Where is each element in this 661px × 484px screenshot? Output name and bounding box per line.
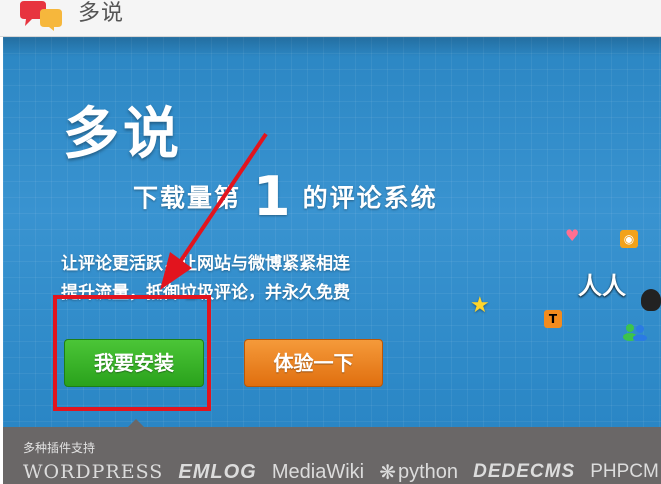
plugin-logos: WORDPRESS EMLOG MediaWiki ❋ python DEDECM… bbox=[23, 460, 661, 484]
annotation-highlight-box bbox=[53, 295, 211, 411]
plugin-support-label: 多种插件支持 bbox=[23, 441, 96, 455]
annotation-arrow bbox=[160, 132, 268, 290]
wordpress-logo[interactable]: WORDPRESS bbox=[23, 461, 163, 483]
phpcms-logo[interactable]: PHPCM bbox=[590, 461, 659, 483]
mediawiki-logo[interactable]: MediaWiki bbox=[272, 461, 364, 484]
plugin-support-strip: 多种插件支持 WORDPRESS EMLOG MediaWiki ❋ python… bbox=[3, 419, 661, 484]
emlog-logo[interactable]: EMLOG bbox=[178, 461, 256, 484]
python-logo[interactable]: python bbox=[398, 461, 458, 484]
dedecms-logo[interactable]: DEDECMS bbox=[473, 461, 575, 483]
python-icon: ❋ bbox=[379, 460, 396, 484]
